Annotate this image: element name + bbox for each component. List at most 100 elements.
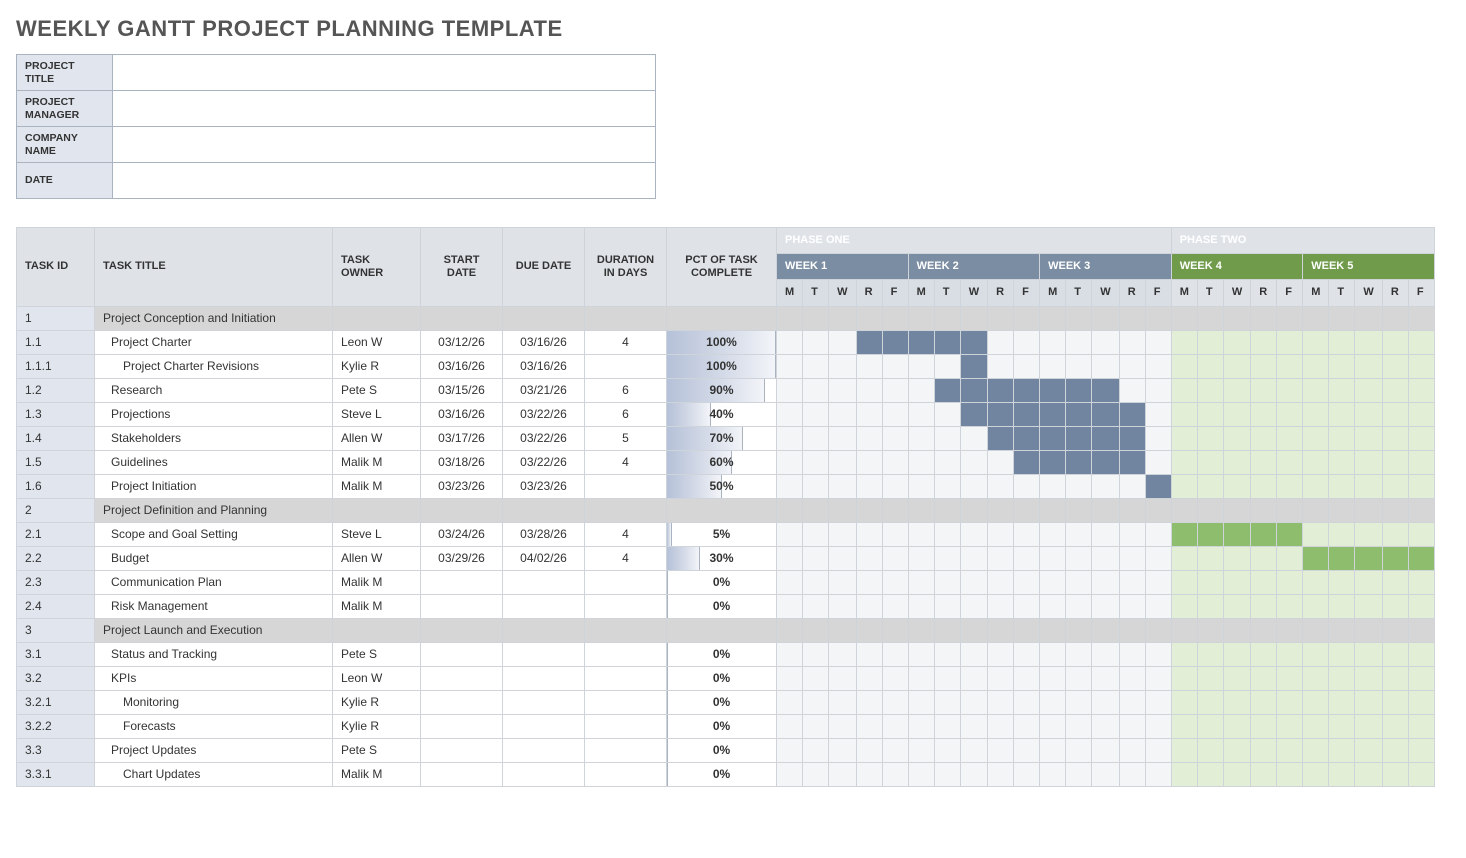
cell-due[interactable]: [503, 642, 585, 666]
cell-start[interactable]: 03/16/26: [421, 354, 503, 378]
cell-due[interactable]: 03/21/26: [503, 378, 585, 402]
cell-pct[interactable]: 70%: [667, 426, 777, 450]
cell-start[interactable]: 03/29/26: [421, 546, 503, 570]
cell-owner[interactable]: Leon W: [333, 330, 421, 354]
cell-pct[interactable]: 50%: [667, 474, 777, 498]
cell-id[interactable]: 3.1: [17, 642, 95, 666]
cell-start[interactable]: [421, 570, 503, 594]
cell-due[interactable]: 03/16/26: [503, 330, 585, 354]
cell-dur[interactable]: [585, 690, 667, 714]
cell-id[interactable]: 1.5: [17, 450, 95, 474]
cell-pct[interactable]: 100%: [667, 354, 777, 378]
cell-id[interactable]: 1.6: [17, 474, 95, 498]
cell-start[interactable]: 03/23/26: [421, 474, 503, 498]
cell-title[interactable]: Chart Updates: [95, 762, 333, 786]
cell-title[interactable]: Status and Tracking: [95, 642, 333, 666]
cell-id[interactable]: 3.2: [17, 666, 95, 690]
cell-pct[interactable]: 0%: [667, 714, 777, 738]
cell-start[interactable]: [421, 714, 503, 738]
cell-id[interactable]: 1.2: [17, 378, 95, 402]
cell-owner[interactable]: Malik M: [333, 474, 421, 498]
cell-due[interactable]: 04/02/26: [503, 546, 585, 570]
cell-title[interactable]: Communication Plan: [95, 570, 333, 594]
cell-dur[interactable]: 6: [585, 378, 667, 402]
cell-dur[interactable]: 4: [585, 522, 667, 546]
cell-due[interactable]: [503, 594, 585, 618]
cell-dur[interactable]: [585, 714, 667, 738]
cell-start[interactable]: 03/16/26: [421, 402, 503, 426]
cell-pct[interactable]: 0%: [667, 762, 777, 786]
cell-id[interactable]: 1.3: [17, 402, 95, 426]
cell-title[interactable]: Research: [95, 378, 333, 402]
cell-owner[interactable]: Malik M: [333, 570, 421, 594]
cell-start[interactable]: [421, 762, 503, 786]
cell-due[interactable]: 03/22/26: [503, 450, 585, 474]
cell-due[interactable]: [503, 762, 585, 786]
cell-due[interactable]: 03/22/26: [503, 426, 585, 450]
cell-title[interactable]: Monitoring: [95, 690, 333, 714]
cell-owner[interactable]: Steve L: [333, 522, 421, 546]
cell-title[interactable]: Risk Management: [95, 594, 333, 618]
cell-owner[interactable]: Pete S: [333, 642, 421, 666]
cell-pct[interactable]: 5%: [667, 522, 777, 546]
cell-start[interactable]: [421, 738, 503, 762]
cell-due[interactable]: [503, 714, 585, 738]
cell-pct[interactable]: 0%: [667, 666, 777, 690]
cell-due[interactable]: [503, 570, 585, 594]
meta-value-date[interactable]: [113, 163, 656, 199]
cell-pct[interactable]: 90%: [667, 378, 777, 402]
cell-pct[interactable]: 60%: [667, 450, 777, 474]
cell-owner[interactable]: Kylie R: [333, 354, 421, 378]
cell-title[interactable]: Projections: [95, 402, 333, 426]
meta-value-company-name[interactable]: [113, 127, 656, 163]
cell-title[interactable]: Project Charter Revisions: [95, 354, 333, 378]
cell-start[interactable]: 03/15/26: [421, 378, 503, 402]
cell-pct[interactable]: 0%: [667, 594, 777, 618]
cell-title[interactable]: Project Initiation: [95, 474, 333, 498]
cell-id[interactable]: 1.4: [17, 426, 95, 450]
cell-due[interactable]: 03/22/26: [503, 402, 585, 426]
cell-owner[interactable]: Pete S: [333, 378, 421, 402]
cell-title[interactable]: Budget: [95, 546, 333, 570]
cell-start[interactable]: [421, 594, 503, 618]
cell-start[interactable]: [421, 642, 503, 666]
cell-start[interactable]: 03/12/26: [421, 330, 503, 354]
cell-title[interactable]: Scope and Goal Setting: [95, 522, 333, 546]
cell-owner[interactable]: Allen W: [333, 426, 421, 450]
cell-owner[interactable]: Steve L: [333, 402, 421, 426]
cell-title[interactable]: Project Charter: [95, 330, 333, 354]
cell-title[interactable]: Forecasts: [95, 714, 333, 738]
cell-due[interactable]: 03/16/26: [503, 354, 585, 378]
cell-start[interactable]: [421, 690, 503, 714]
cell-id[interactable]: 1.1: [17, 330, 95, 354]
cell-id[interactable]: 3.3: [17, 738, 95, 762]
cell-owner[interactable]: Malik M: [333, 762, 421, 786]
cell-pct[interactable]: 0%: [667, 570, 777, 594]
cell-dur[interactable]: [585, 474, 667, 498]
cell-dur[interactable]: [585, 642, 667, 666]
cell-pct[interactable]: 0%: [667, 642, 777, 666]
cell-dur[interactable]: [585, 762, 667, 786]
cell-dur[interactable]: 4: [585, 546, 667, 570]
cell-start[interactable]: [421, 666, 503, 690]
cell-dur[interactable]: 4: [585, 450, 667, 474]
cell-due[interactable]: [503, 690, 585, 714]
cell-owner[interactable]: Malik M: [333, 450, 421, 474]
cell-pct[interactable]: 40%: [667, 402, 777, 426]
cell-owner[interactable]: Kylie R: [333, 690, 421, 714]
cell-start[interactable]: 03/17/26: [421, 426, 503, 450]
cell-dur[interactable]: [585, 666, 667, 690]
cell-title[interactable]: Guidelines: [95, 450, 333, 474]
cell-dur[interactable]: [585, 738, 667, 762]
cell-id[interactable]: 1.1.1: [17, 354, 95, 378]
cell-due[interactable]: [503, 738, 585, 762]
cell-id[interactable]: 2.4: [17, 594, 95, 618]
cell-id[interactable]: 3.2.2: [17, 714, 95, 738]
cell-title[interactable]: Project Updates: [95, 738, 333, 762]
cell-pct[interactable]: 0%: [667, 738, 777, 762]
cell-dur[interactable]: [585, 354, 667, 378]
cell-owner[interactable]: Pete S: [333, 738, 421, 762]
cell-id[interactable]: 2.2: [17, 546, 95, 570]
cell-title[interactable]: KPIs: [95, 666, 333, 690]
cell-title[interactable]: Stakeholders: [95, 426, 333, 450]
